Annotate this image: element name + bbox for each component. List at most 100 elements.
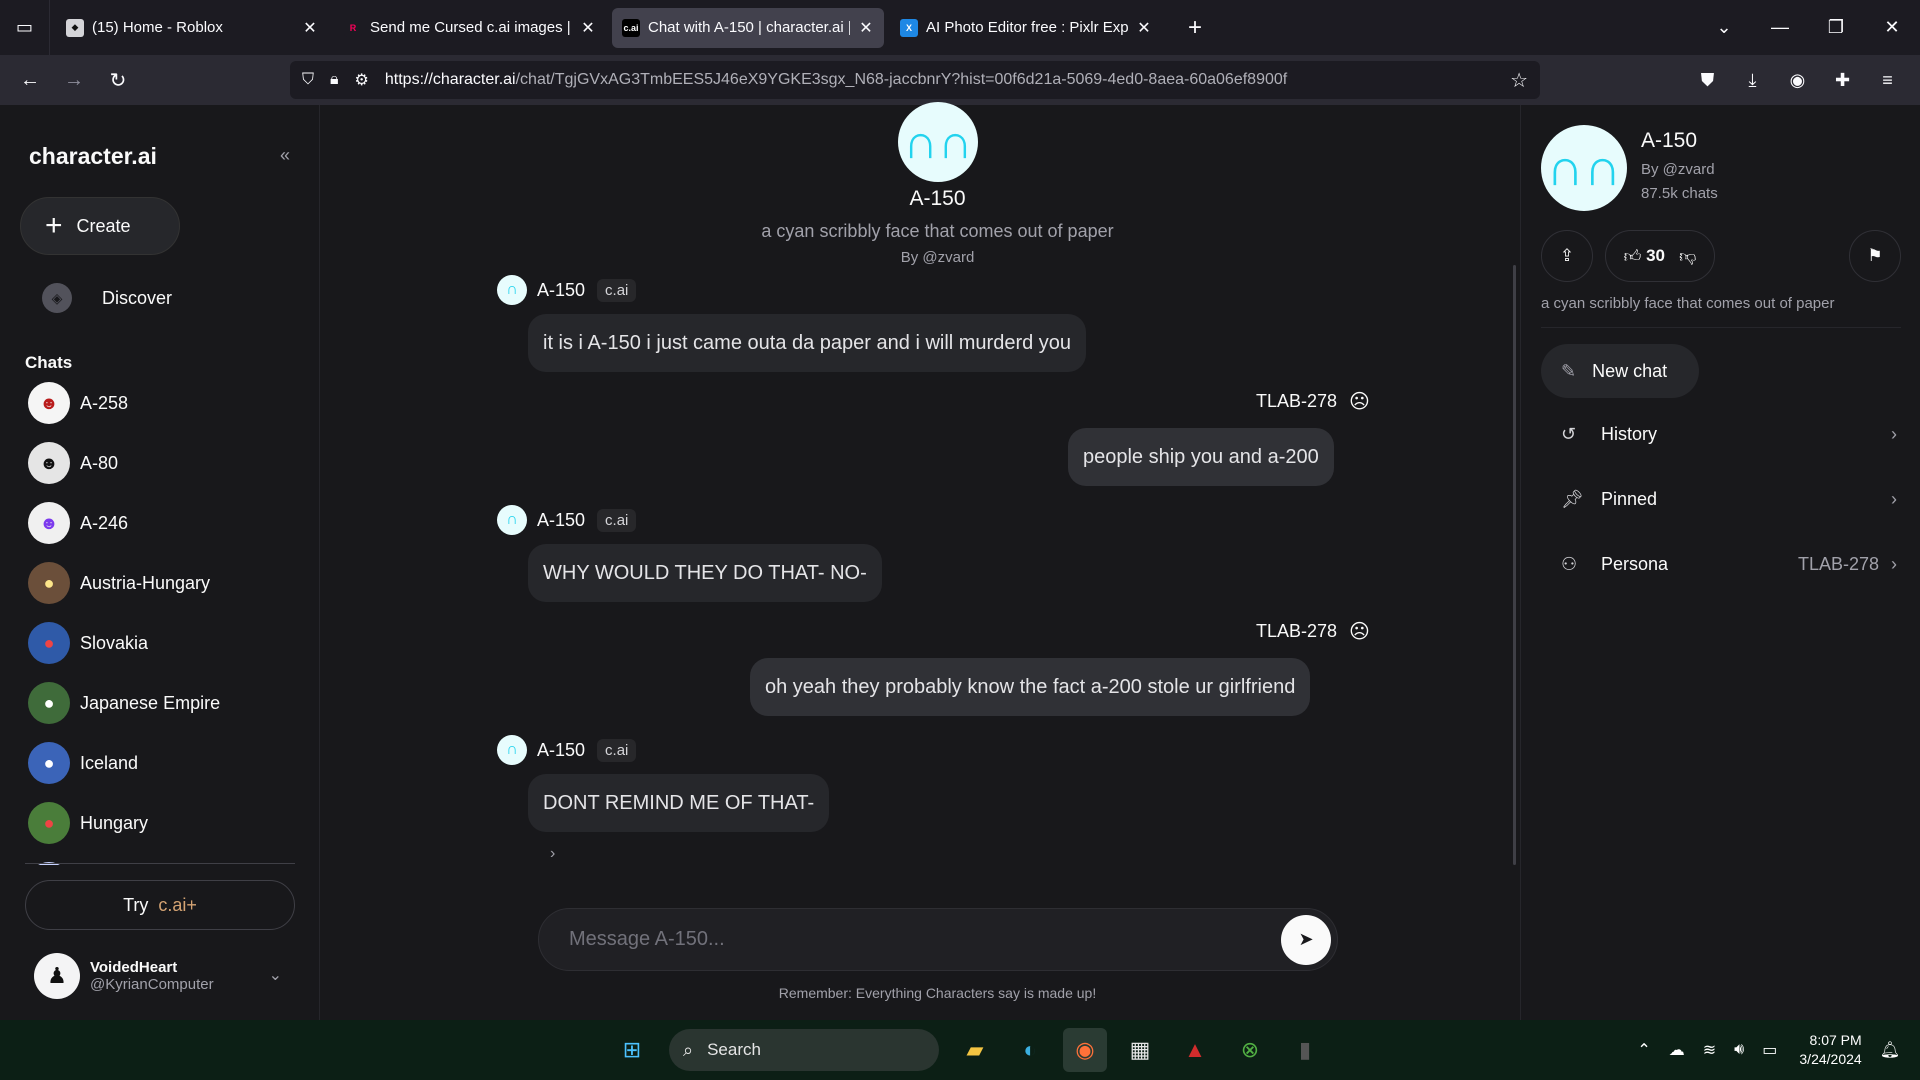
browser-tab[interactable]: R Send me Cursed c.ai images | Fa ✕	[334, 8, 606, 48]
bookmark-star-icon[interactable]: ☆	[1510, 68, 1528, 93]
plus-icon: +	[45, 209, 63, 242]
file-explorer-icon[interactable]: ▰	[953, 1028, 997, 1072]
taskbar-search[interactable]: ⌕ Search	[669, 1029, 939, 1071]
character-details-panel: ∩∩ A-150 By @zvard 87.5k chats ⇪ 👍︎ 30 👎…	[1520, 105, 1920, 1020]
create-button[interactable]: + Create	[20, 197, 180, 255]
close-tab-icon[interactable]: ✕	[858, 18, 874, 38]
browser-tab[interactable]: X AI Photo Editor free : Pixlr Expre ✕	[890, 8, 1162, 48]
menu-icon[interactable]: ≡	[1865, 70, 1910, 91]
restore-icon[interactable]: ❐	[1808, 17, 1864, 38]
pin-icon: 📌︎	[1561, 488, 1584, 509]
close-tab-icon[interactable]: ✕	[580, 18, 596, 38]
avatar: ●	[28, 622, 70, 664]
tab-list-icon[interactable]: ▭	[0, 0, 50, 55]
flag-icon[interactable]: ⚑	[1849, 230, 1901, 282]
character-author[interactable]: By @zvard	[320, 249, 1555, 266]
roblox-icon: ◆	[66, 18, 84, 37]
edge-icon[interactable]: ◐	[1008, 1028, 1052, 1072]
history-row[interactable]: ↺ History ›	[1561, 414, 1897, 454]
browser-tab[interactable]: ◆ (15) Home - Roblox ✕	[56, 8, 328, 48]
minimize-icon[interactable]: —	[1752, 17, 1808, 38]
persona-row[interactable]: ⚇ Persona TLAB-278 ›	[1561, 544, 1897, 584]
user-profile[interactable]: ♟ VoidedHeart @KyrianComputer ⌄	[34, 953, 294, 999]
thumbs-down-icon[interactable]: 👎︎	[1679, 246, 1696, 267]
history-label: History	[1601, 423, 1658, 444]
chat-item[interactable]: ● Hungary	[28, 793, 293, 853]
windows-start-icon[interactable]: ⊞	[610, 1028, 654, 1072]
chevron-right-icon: ›	[1891, 488, 1897, 509]
scrollbar[interactable]	[1513, 265, 1516, 865]
close-tab-icon[interactable]: ✕	[1136, 18, 1152, 38]
character-message: it is i A-150 i just came outa da paper …	[528, 314, 1087, 372]
message-header: TLAB-278 ☹	[1256, 619, 1370, 644]
firefox-icon[interactable]: ◉	[1063, 1028, 1107, 1072]
new-chat-label: New chat	[1592, 360, 1668, 381]
persona-label: Persona	[1601, 553, 1669, 574]
game-app-icon[interactable]: ▲	[1173, 1028, 1217, 1072]
next-response-icon[interactable]: ›	[550, 845, 555, 863]
try-cai-plus-button[interactable]: Try c.ai+	[25, 880, 295, 930]
back-icon[interactable]: ←	[8, 69, 52, 92]
message-header: TLAB-278 ☹	[1256, 389, 1370, 414]
chevron-right-icon: ›	[1891, 553, 1897, 574]
brand-logo[interactable]: character.ai	[29, 143, 157, 170]
chat-item-label: Hungary	[80, 812, 149, 833]
disclaimer: Remember: Everything Characters say is m…	[778, 985, 1097, 1001]
send-icon[interactable]: ➤	[1281, 914, 1331, 965]
avatar: ♟	[34, 953, 80, 999]
collapse-sidebar-icon[interactable]: «	[280, 145, 290, 166]
downloads-icon[interactable]: ⤓	[1730, 70, 1775, 91]
search-icon: ⌕	[683, 1039, 694, 1060]
sender-name: TLAB-278	[1256, 391, 1338, 411]
notification-bell-icon[interactable]: 🔔︎	[1880, 1040, 1900, 1060]
microsoft-store-icon[interactable]: ▦	[1118, 1028, 1162, 1072]
shield-icon[interactable]: ⛉	[302, 71, 314, 89]
close-window-icon[interactable]: ✕	[1864, 17, 1920, 38]
browser-tab-bar: ▭ ◆ (15) Home - Roblox ✕ R Send me Curse…	[0, 0, 1920, 55]
battery-icon[interactable]: ▭	[1762, 1040, 1777, 1060]
reload-icon[interactable]: ↻	[96, 68, 140, 93]
new-chat-button[interactable]: ✎ New chat	[1541, 344, 1699, 398]
xbox-icon[interactable]: ⊗	[1228, 1028, 1272, 1072]
clock[interactable]: 8:07 PM 3/24/2024	[1799, 1031, 1861, 1069]
chat-item[interactable]: ☻ A-258	[28, 373, 293, 433]
character-author[interactable]: By @zvard	[1641, 161, 1715, 178]
browser-tab-active[interactable]: c.ai Chat with A-150 | character.ai | ✕	[612, 7, 884, 48]
persona-value: TLAB-278	[1797, 553, 1879, 574]
edit-icon: ✎	[1561, 360, 1577, 381]
new-tab-icon[interactable]: +	[1180, 14, 1210, 42]
chat-item[interactable]: ☻ A-80	[28, 433, 293, 493]
windows-taskbar: ⊞ ⌕ Search ▰ ◐ ◉ ▦ ▲ ⊗ ▮ ⌃ ☁ ≋ 🔊︎ ▭ 8:07…	[0, 1020, 1920, 1080]
forward-icon[interactable]: →	[52, 69, 96, 92]
mouse-app-icon[interactable]: ▮	[1283, 1028, 1327, 1072]
chat-item[interactable]: ☻ A-246	[28, 493, 293, 553]
extensions-icon[interactable]: ✚	[1820, 70, 1865, 91]
toolbar-right: ⛊ ⤓ ◉ ✚ ≡	[1685, 55, 1910, 105]
close-tab-icon[interactable]: ✕	[302, 18, 318, 38]
wifi-icon[interactable]: ≋	[1703, 1040, 1716, 1060]
onedrive-icon[interactable]: ☁	[1669, 1040, 1685, 1060]
pocket-icon[interactable]: ⛊	[1685, 70, 1730, 91]
message-input[interactable]: Message A-150... ➤	[538, 908, 1338, 971]
chat-item[interactable]: ● Austria-Hungary	[28, 553, 293, 613]
chat-item[interactable]: ● Japanese Empire	[28, 673, 293, 733]
chat-item[interactable]: ● Slovakia	[28, 613, 293, 673]
account-icon[interactable]: ◉	[1775, 70, 1820, 91]
avatar: ☻	[28, 442, 70, 484]
discover-link[interactable]: ◈ Discover	[42, 283, 172, 313]
avatar: ∩	[497, 735, 527, 765]
permissions-icon[interactable]: ⚙	[355, 70, 369, 90]
share-icon[interactable]: ⇪	[1541, 230, 1593, 282]
url-text[interactable]: https://character.ai/chat/TgjGVxAG3TmbEE…	[385, 71, 1510, 89]
thumbs-up-icon[interactable]: 👍︎	[1624, 246, 1642, 267]
chevron-up-icon[interactable]: ⌃	[1637, 1040, 1650, 1060]
search-label: Search	[707, 1040, 761, 1059]
pinned-row[interactable]: 📌︎ Pinned ›	[1561, 479, 1897, 519]
user-message: oh yeah they probably know the fact a-20…	[750, 658, 1311, 716]
volume-icon[interactable]: 🔊︎	[1734, 1041, 1744, 1059]
tab-overflow-icon[interactable]: ⌄	[1696, 17, 1752, 38]
url-bar[interactable]: ⛉ 🔒︎ ⚙ https://character.ai/chat/TgjGVxA…	[290, 61, 1540, 99]
lock-icon[interactable]: 🔒︎	[330, 71, 339, 89]
chat-item[interactable]: ● Iceland	[28, 733, 293, 793]
chevron-down-icon[interactable]: ⌄	[269, 965, 282, 985]
